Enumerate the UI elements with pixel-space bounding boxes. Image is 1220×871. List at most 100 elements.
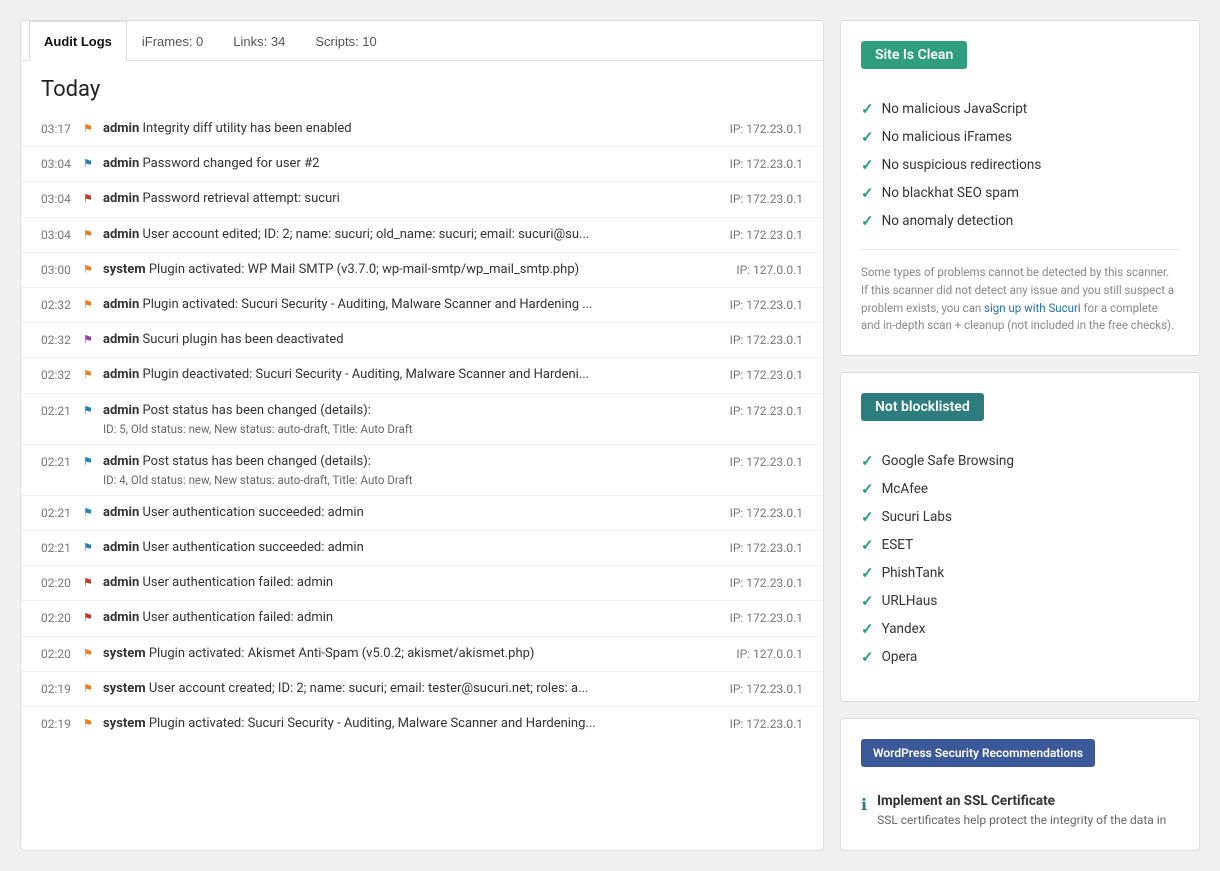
check-label: No suspicious redirections — [882, 157, 1042, 173]
log-item: 02:21 ⚑ admin User authentication succee… — [21, 496, 823, 531]
log-item: 02:20 ⚑ admin User authentication failed… — [21, 566, 823, 601]
blocklist-check-item: ✓ ESET — [861, 531, 1179, 559]
log-user: system — [103, 716, 146, 731]
log-user: admin — [103, 454, 139, 469]
site-clean-checks: ✓No malicious JavaScript✓No malicious iF… — [861, 95, 1179, 235]
log-ip: IP: 172.23.0.1 — [713, 539, 803, 555]
rec-title: Implement an SSL Certificate — [877, 793, 1166, 809]
log-message: User authentication failed: admin — [143, 610, 334, 625]
tab-scripts[interactable]: Scripts: 10 — [300, 21, 391, 61]
check-icon: ✓ — [861, 452, 874, 470]
log-content: admin User authentication failed: admin — [103, 574, 707, 592]
log-flag-icon: ⚑ — [83, 190, 97, 205]
log-main-text: admin User authentication succeeded: adm… — [103, 539, 707, 557]
log-ip: IP: 172.23.0.1 — [713, 296, 803, 312]
log-ip: IP: 172.23.0.1 — [713, 120, 803, 136]
log-message: Password retrieval attempt: sucuri — [143, 191, 340, 206]
log-content: admin Sucuri plugin has been deactivated — [103, 331, 707, 349]
log-content: admin Plugin activated: Sucuri Security … — [103, 296, 707, 314]
log-item: 02:32 ⚑ admin Plugin deactivated: Sucuri… — [21, 358, 823, 393]
log-flag-icon: ⚑ — [83, 366, 97, 381]
log-time: 03:04 — [41, 226, 77, 242]
log-item: 02:19 ⚑ system User account created; ID:… — [21, 672, 823, 707]
log-time: 02:32 — [41, 331, 77, 347]
log-item: 02:20 ⚑ system Plugin activated: Akismet… — [21, 637, 823, 672]
blocklist-check-item: ✓Yandex — [861, 615, 1179, 643]
log-content: admin Integrity diff utility has been en… — [103, 120, 707, 138]
tab-links[interactable]: Links: 34 — [218, 21, 300, 61]
log-user: admin — [103, 540, 139, 555]
check-label: Google Safe Browsing — [882, 453, 1014, 469]
log-content: admin Post status has been changed (deta… — [103, 402, 707, 436]
log-content: system Plugin activated: WP Mail SMTP (v… — [103, 261, 707, 279]
log-flag-icon: ⚑ — [83, 331, 97, 346]
log-message: User authentication succeeded: admin — [143, 540, 364, 555]
log-flag-icon: ⚑ — [83, 680, 97, 695]
sucuri-link[interactable]: sign up with Sucuri — [984, 301, 1081, 315]
log-user: system — [103, 646, 146, 661]
log-flag-icon: ⚑ — [83, 120, 97, 135]
log-flag-icon: ⚑ — [83, 715, 97, 730]
log-flag-icon: ⚑ — [83, 155, 97, 170]
log-item: 03:00 ⚑ system Plugin activated: WP Mail… — [21, 253, 823, 288]
log-user: admin — [103, 332, 139, 347]
check-icon: ✓ — [861, 536, 874, 554]
log-item: 02:21 ⚑ admin User authentication succee… — [21, 531, 823, 566]
log-ip: IP: 172.23.0.1 — [713, 715, 803, 731]
log-item: 02:19 ⚑ system Plugin activated: Sucuri … — [21, 707, 823, 741]
log-message: User authentication failed: admin — [143, 575, 334, 590]
check-label: Sucuri Labs — [882, 509, 952, 525]
log-content: admin Post status has been changed (deta… — [103, 453, 707, 487]
log-flag-icon: ⚑ — [83, 453, 97, 468]
log-main-text: system User account created; ID: 2; name… — [103, 680, 707, 698]
not-blocklisted-badge: Not blocklisted — [861, 393, 984, 421]
log-content: system Plugin activated: Sucuri Security… — [103, 715, 707, 733]
log-ip: IP: 172.23.0.1 — [713, 366, 803, 382]
log-item: 02:21 ⚑ admin Post status has been chang… — [21, 445, 823, 496]
log-time: 02:20 — [41, 645, 77, 661]
log-user: admin — [103, 403, 139, 418]
log-message: Plugin deactivated: Sucuri Security - Au… — [143, 367, 590, 382]
log-content: system Plugin activated: Akismet Anti-Sp… — [103, 645, 707, 663]
log-user: admin — [103, 156, 139, 171]
check-label: No malicious iFrames — [882, 129, 1012, 145]
wp-security-badge: WordPress Security Recommendations — [861, 739, 1095, 767]
log-message: User account created; ID: 2; name: sucur… — [149, 681, 589, 696]
blocklist-checks: ✓Google Safe Browsing✓McAfee✓Sucuri Labs… — [861, 447, 1179, 671]
tab-iframes[interactable]: iFrames: 0 — [127, 21, 218, 61]
check-label: ESET — [882, 537, 914, 553]
log-main-text: admin User authentication succeeded: adm… — [103, 504, 707, 522]
log-main-text: admin Plugin activated: Sucuri Security … — [103, 296, 707, 314]
log-time: 02:21 — [41, 504, 77, 520]
check-label: URLHaus — [882, 593, 938, 609]
log-flag-icon: ⚑ — [83, 504, 97, 519]
tab-audit-logs[interactable]: Audit Logs — [29, 21, 127, 61]
log-user: admin — [103, 121, 139, 136]
log-ip: IP: 172.23.0.1 — [713, 609, 803, 625]
log-item: 02:32 ⚑ admin Sucuri plugin has been dea… — [21, 323, 823, 358]
log-main-text: system Plugin activated: Sucuri Security… — [103, 715, 707, 733]
check-label: PhishTank — [882, 565, 945, 581]
log-main-text: system Plugin activated: Akismet Anti-Sp… — [103, 645, 707, 663]
log-message: Sucuri plugin has been deactivated — [143, 332, 344, 347]
log-message: Plugin activated: Sucuri Security - Audi… — [149, 716, 596, 731]
site-clean-note: Some types of problems cannot be detecte… — [861, 264, 1179, 335]
site-clean-badge: Site Is Clean — [861, 41, 967, 69]
log-user: system — [103, 262, 146, 277]
log-item: 03:04 ⚑ admin Password changed for user … — [21, 147, 823, 182]
log-ip: IP: 172.23.0.1 — [713, 680, 803, 696]
blocklist-check-item: ✓McAfee — [861, 475, 1179, 503]
log-flag-icon: ⚑ — [83, 261, 97, 276]
log-user: system — [103, 681, 146, 696]
log-content: admin User authentication succeeded: adm… — [103, 504, 707, 522]
log-ip: IP: 172.23.0.1 — [713, 331, 803, 347]
log-user: admin — [103, 297, 139, 312]
check-label: McAfee — [882, 481, 929, 497]
log-time: 02:32 — [41, 296, 77, 312]
audit-logs-panel: Audit Logs iFrames: 0 Links: 34 Scripts:… — [20, 20, 824, 851]
log-main-text: admin Password changed for user #2 — [103, 155, 707, 173]
log-message: User account edited; ID: 2; name: sucuri… — [143, 227, 590, 242]
log-user: admin — [103, 610, 139, 625]
clean-check-item: ✓No malicious JavaScript — [861, 95, 1179, 123]
check-icon: ✓ — [861, 564, 874, 582]
